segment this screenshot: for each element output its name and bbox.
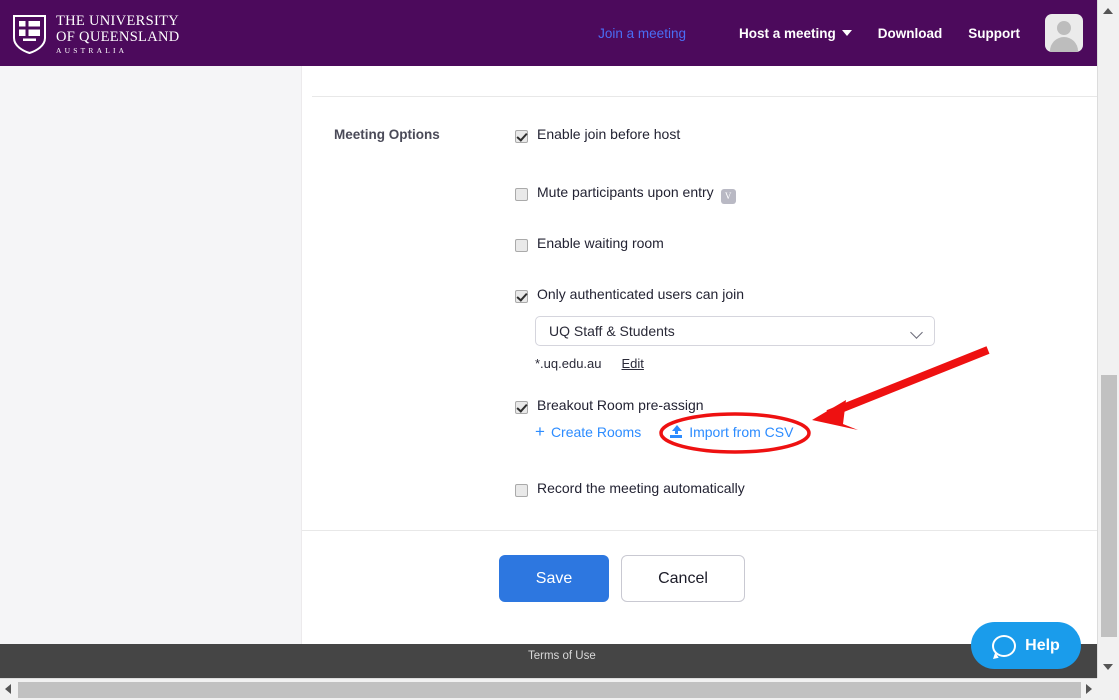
user-avatar-icon[interactable] [1045, 14, 1083, 52]
nav-host-label: Host a meeting [738, 25, 836, 41]
auth-domain-row: *.uq.edu.au Edit [535, 356, 644, 371]
checkbox-breakout-room-pre-assign[interactable] [515, 401, 528, 414]
nav-join-a-meeting[interactable]: Join a meeting [585, 26, 726, 41]
plus-icon: + [535, 422, 545, 441]
vertical-scrollbar-thumb[interactable] [1101, 375, 1117, 637]
nav-download[interactable]: Download [865, 26, 956, 41]
nav-host-a-meeting[interactable]: Host a meeting [726, 26, 865, 41]
option-text: Mute participants upon entry [537, 184, 714, 200]
main-navigation: Join a meeting Host a meeting Download S… [585, 0, 1083, 66]
option-label: Only authenticated users can join [537, 286, 745, 302]
scroll-left-arrow-icon[interactable] [5, 684, 11, 694]
left-sidebar [0, 66, 302, 644]
auth-domain-value: *.uq.edu.au [535, 356, 602, 371]
checkbox-record-meeting-automatically[interactable] [515, 484, 528, 497]
upload-icon [670, 425, 683, 438]
divider-top [312, 96, 1097, 97]
create-rooms-label: Create Rooms [550, 423, 642, 440]
option-enable-waiting-room[interactable]: Enable waiting room [515, 236, 664, 252]
logo-line-3: AUSTRALIA [56, 46, 128, 56]
option-mute-participants-upon-entry[interactable]: Mute participants upon entry V [515, 185, 736, 204]
logo-line-1: THE UNIVERSITY [56, 13, 180, 29]
option-only-authenticated-users[interactable]: Only authenticated users can join [515, 287, 744, 303]
option-breakout-room-pre-assign[interactable]: Breakout Room pre-assign [515, 398, 704, 414]
browser-viewport: THE UNIVERSITY OF QUEENSLAND AUSTRALIA J… [0, 0, 1097, 678]
breakout-actions: + Create Rooms Import from CSV [535, 423, 793, 440]
help-label: Help [1025, 636, 1060, 654]
scroll-down-arrow-icon[interactable] [1103, 664, 1113, 670]
horizontal-scrollbar[interactable] [0, 678, 1119, 700]
meeting-settings-form: Meeting Options Enable join before host … [302, 66, 1097, 644]
site-header: THE UNIVERSITY OF QUEENSLAND AUSTRALIA J… [0, 0, 1097, 66]
scrollbar-corner [1097, 678, 1119, 700]
checkbox-enable-waiting-room[interactable] [515, 239, 528, 252]
site-footer: Terms of Use [0, 644, 1097, 678]
option-label: Enable join before host [537, 126, 681, 142]
option-label: Breakout Room pre-assign [537, 397, 704, 413]
checkbox-enable-join-before-host[interactable] [515, 130, 528, 143]
cancel-button[interactable]: Cancel [621, 555, 745, 602]
scroll-up-arrow-icon[interactable] [1103, 8, 1113, 14]
chevron-down-icon [841, 29, 852, 36]
uq-logo-text: THE UNIVERSITY OF QUEENSLAND AUSTRALIA [56, 13, 180, 56]
create-rooms-link[interactable]: + Create Rooms [535, 423, 641, 440]
help-button[interactable]: Help [971, 622, 1081, 669]
nav-support[interactable]: Support [955, 26, 1033, 41]
import-from-csv-link[interactable]: Import from CSV [670, 424, 793, 440]
checkbox-only-authenticated-users[interactable] [515, 290, 528, 303]
uq-logo[interactable]: THE UNIVERSITY OF QUEENSLAND AUSTRALIA [12, 13, 180, 56]
save-button[interactable]: Save [499, 555, 609, 602]
scroll-right-arrow-icon[interactable] [1086, 684, 1092, 694]
option-label: Record the meeting automatically [537, 480, 745, 496]
option-enable-join-before-host[interactable]: Enable join before host [515, 127, 680, 143]
option-label: Mute participants upon entry V [537, 185, 736, 204]
auth-profile-value: UQ Staff & Students [549, 323, 675, 339]
logo-line-2: OF QUEENSLAND [56, 29, 180, 46]
import-csv-label: Import from CSV [689, 423, 794, 440]
meeting-options-label: Meeting Options [334, 127, 440, 142]
info-badge-icon[interactable]: V [720, 189, 736, 204]
option-record-meeting-automatically[interactable]: Record the meeting automatically [515, 481, 745, 497]
horizontal-scrollbar-thumb[interactable] [18, 682, 1081, 698]
chat-bubble-icon [992, 634, 1017, 657]
checkbox-mute-participants-upon-entry[interactable] [515, 188, 528, 201]
form-actions: Save Cancel [499, 555, 745, 602]
avatar-body [1050, 37, 1078, 52]
auth-profile-select[interactable]: UQ Staff & Students [535, 316, 935, 346]
terms-of-use-link[interactable]: Terms of Use [528, 650, 596, 662]
option-label: Enable waiting room [537, 235, 664, 251]
divider-bottom [302, 530, 1097, 531]
uq-crest-icon [12, 14, 47, 55]
vertical-scrollbar[interactable] [1097, 0, 1119, 678]
chevron-down-icon [910, 326, 923, 339]
avatar-head [1057, 21, 1071, 35]
auth-domain-edit-link[interactable]: Edit [622, 356, 644, 371]
